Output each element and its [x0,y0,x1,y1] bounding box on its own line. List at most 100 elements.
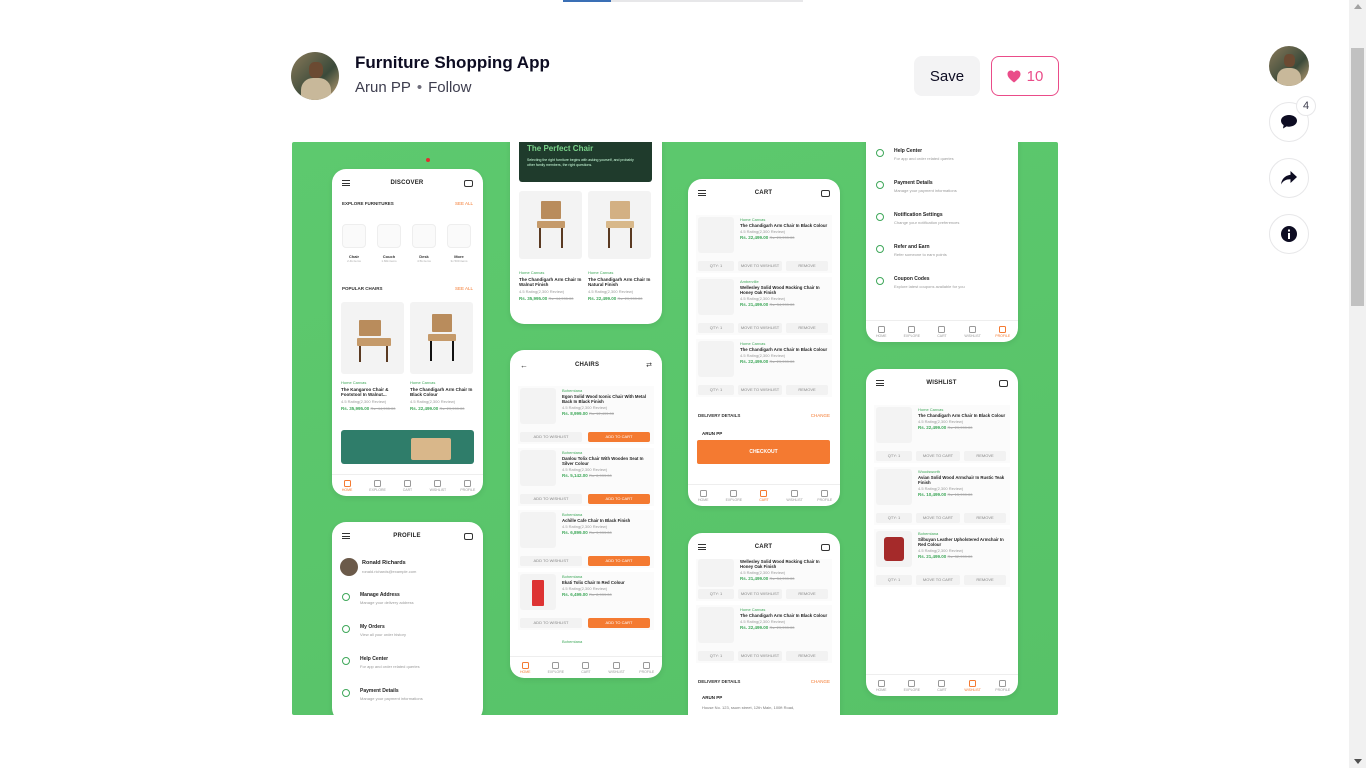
nav-home: HOME [339,479,355,492]
cart-item: Home Canvas The Chandigarh Arm Chair In … [696,215,832,273]
cart-item: Home Canvas The Chandigarh Arm Chair In … [696,605,832,663]
nav-profile: PROFILE [460,479,476,492]
screen-title: CART [754,544,773,550]
cart-item: Home Canvas The Chandigarh Arm Chair In … [696,339,832,397]
product-card: Home Canvas The Kangaroo Chair & Footsto… [341,380,396,411]
chair-list-item: Bohemiana Danlou Tolix Chair With Wooden… [518,448,654,506]
product-image [410,302,473,374]
product-card: Home Canvas The Chandigarh Arm Chair In … [410,380,473,411]
chair-list-item: Bohemiana Egon Solid Wood Iconic Chair W… [518,386,654,444]
chair-list-item: Bohemiana Achille Cafe Chair In Black Fi… [518,510,654,568]
product-card: Home Canvas The Chandigarh Arm Chair In … [519,270,582,301]
nav-wishlist: WISHLIST [964,325,981,338]
nav-home: HOME [695,489,711,502]
author-avatar[interactable] [291,52,339,100]
nav-profile: PROFILE [817,489,833,502]
menu-icon [698,544,706,550]
share-button[interactable] [1269,158,1309,198]
nav-wishlist: WISHLIST [964,679,981,692]
cart-item: Amberville Wellesley Solid Wood Rocking … [696,277,832,335]
save-button[interactable]: Save [914,56,980,96]
cart-screen: CART Home Canvas The Chandigarh Arm Chai… [688,179,840,506]
nav-cart: CART [756,489,772,502]
menu-icon [876,380,884,386]
menu-icon [342,180,350,186]
profile-name: Ronald Richards [362,560,406,566]
couch-category-icon [377,224,401,248]
nav-wishlist: WISHLIST [786,489,803,502]
inbox-icon [821,543,830,551]
inbox-icon [463,179,473,187]
inbox-icon [998,379,1008,387]
bottom-nav: HOME EXPLORE CART WISHLIST PROFILE [866,674,1018,696]
customer-name: ARUN PP [702,431,723,436]
shot-header: Furniture Shopping App Arun PP • Follow Sa… [291,52,1059,100]
see-all-link: SEE ALL [454,286,473,291]
category-label: More 3x 500 items [450,254,468,263]
profile-avatar [340,558,358,576]
filter-icon: ⇄ [646,362,652,369]
product-image [341,302,404,374]
comment-count-badge: 4 [1296,96,1316,116]
screen-title: WISHLIST [926,380,957,386]
share-icon [1281,171,1297,185]
hero-screen: The Perfect Chair Selecting the right fu… [510,142,662,324]
nav-wishlist: WISHLIST [430,479,446,492]
customer-address: House No. 123, ssum street, 12th Main, 1… [702,705,795,710]
screen-title: PROFILE [393,533,421,539]
screen-title: CART [754,190,773,196]
nav-home: HOME [873,679,889,692]
info-button[interactable] [1269,214,1309,254]
more-category-icon [447,224,471,248]
menu-icon [698,190,706,196]
chair-category-icon [342,224,366,248]
bottom-nav: HOME EXPLORE CART WISHLIST PROFILE [866,320,1018,342]
nav-profile: PROFILE [639,661,655,674]
wishlist-item: Woodsworth Avian Solid Wood Armchair In … [874,467,1010,525]
active-tab-indicator [563,0,611,2]
category-label: Desk 4.5k items [417,254,431,263]
scroll-up-arrow-icon[interactable] [1354,4,1362,9]
rail-author-avatar[interactable] [1269,46,1309,86]
partial-brand-label: Bohemiana [562,639,583,644]
nav-cart: CART [934,325,950,338]
like-count: 10 [1026,67,1044,85]
section-label: DELIVERY DETAILS [698,413,741,418]
nav-explore: EXPLORE [726,489,742,502]
wishlist-item: Bohemiana Silbuyan Leather Upholstered A… [874,529,1010,587]
nav-cart: CART [934,679,950,692]
nav-cart: CART [578,661,594,674]
nav-explore: EXPLORE [904,325,920,338]
screen-title: CHAIRS [574,362,600,368]
see-all-link: SEE ALL [454,201,473,206]
follow-link[interactable]: Follow [428,79,471,96]
page-scrollbar[interactable] [1349,0,1366,768]
wishlist-item: Home Canvas The Chandigarh Arm Chair In … [874,405,1010,463]
section-label: POPULAR CHAIRS [342,286,383,291]
comment-icon [1281,115,1297,129]
inbox-icon [464,532,473,540]
wishlist-screen: WISHLIST Home Canvas The Chandigarh Arm … [866,369,1018,696]
section-label: EXPLORE FURNITURES [342,201,394,206]
product-image [588,191,651,259]
nav-explore: EXPLORE [369,479,386,492]
top-tab-indicator [563,0,803,2]
product-image [519,191,582,259]
nav-home: HOME [873,325,889,338]
menu-icon [342,533,350,539]
change-link: CHANGE [810,413,830,418]
like-button[interactable]: 10 [991,56,1059,96]
scrollbar-thumb[interactable] [1351,48,1364,306]
back-arrow-icon: ← [520,360,528,370]
inbox-icon [821,189,830,197]
heart-icon [1007,70,1021,82]
author-name-link[interactable]: Arun PP [355,79,411,96]
profile-menu-screen: Help Center For app and order related que… [866,142,1018,342]
scroll-down-arrow-icon[interactable] [1354,759,1362,764]
nav-home: HOME [517,661,533,674]
profile-screen: PROFILE Ronald Richards ronald.richards@… [332,522,483,715]
shot-image[interactable]: DISCOVER EXPLORE FURNITURES SEE ALL Chair… [292,142,1058,715]
author-line: Arun PP • Follow [355,79,472,96]
bottom-nav: HOME EXPLORE CART WISHLIST PROFILE [510,656,662,678]
chairs-screen: ← CHAIRS ⇄ Bohemiana Egon Solid Wood Iconi… [510,350,662,678]
